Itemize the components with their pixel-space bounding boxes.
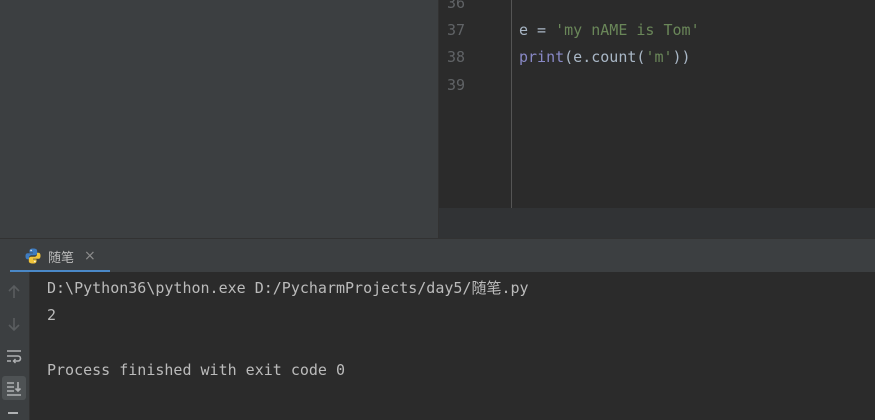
code-token-string: 'm' [645, 48, 673, 66]
code-line[interactable]: print(e.count('m')) [519, 48, 691, 66]
code-token-string: 'my nAME is Tom' [555, 21, 700, 39]
scroll-to-end-icon [7, 382, 22, 396]
code-token: (e.count( [564, 48, 646, 66]
scroll-down-button[interactable] [2, 312, 26, 336]
console-line-exit: Process finished with exit code 0 [47, 361, 346, 379]
gutter-separator [511, 0, 512, 208]
run-toolbar [0, 272, 30, 420]
console-line-output: 2 [47, 306, 57, 324]
line-gutter: 36 37 38 39 [439, 0, 511, 208]
project-pane [0, 0, 438, 238]
arrow-down-icon [8, 318, 20, 332]
code-editor[interactable]: 36 37 38 39 e = 'my nAME is Tom' print(e… [439, 0, 875, 208]
line-number: 37 [446, 21, 465, 39]
line-number: 39 [446, 76, 465, 94]
code-token: e = [519, 21, 556, 39]
close-icon[interactable]: × [84, 248, 96, 264]
more-tools-icon[interactable] [8, 412, 18, 414]
code-line[interactable]: e = 'my nAME is Tom' [519, 21, 700, 39]
soft-wrap-icon [7, 350, 22, 364]
run-console-output[interactable]: D:\Python36\python.exe D:/PycharmProject… [30, 272, 875, 420]
console-line-command: D:\Python36\python.exe D:/PycharmProject… [47, 279, 529, 297]
soft-wrap-button[interactable] [2, 344, 26, 368]
line-number: 38 [446, 48, 465, 66]
scroll-to-end-button[interactable] [2, 376, 26, 400]
arrow-up-icon [8, 284, 20, 298]
editor-bottom-bar [439, 208, 875, 238]
run-tab[interactable]: 随笔 × [10, 239, 110, 273]
run-tab-label: 随笔 [48, 250, 75, 266]
scroll-up-button[interactable] [2, 280, 26, 304]
python-icon [25, 248, 41, 264]
run-tool-header: 随笔 × [0, 238, 875, 273]
code-token: )) [672, 48, 691, 66]
code-token-builtin: print [519, 48, 565, 66]
line-number: 36 [446, 0, 465, 12]
